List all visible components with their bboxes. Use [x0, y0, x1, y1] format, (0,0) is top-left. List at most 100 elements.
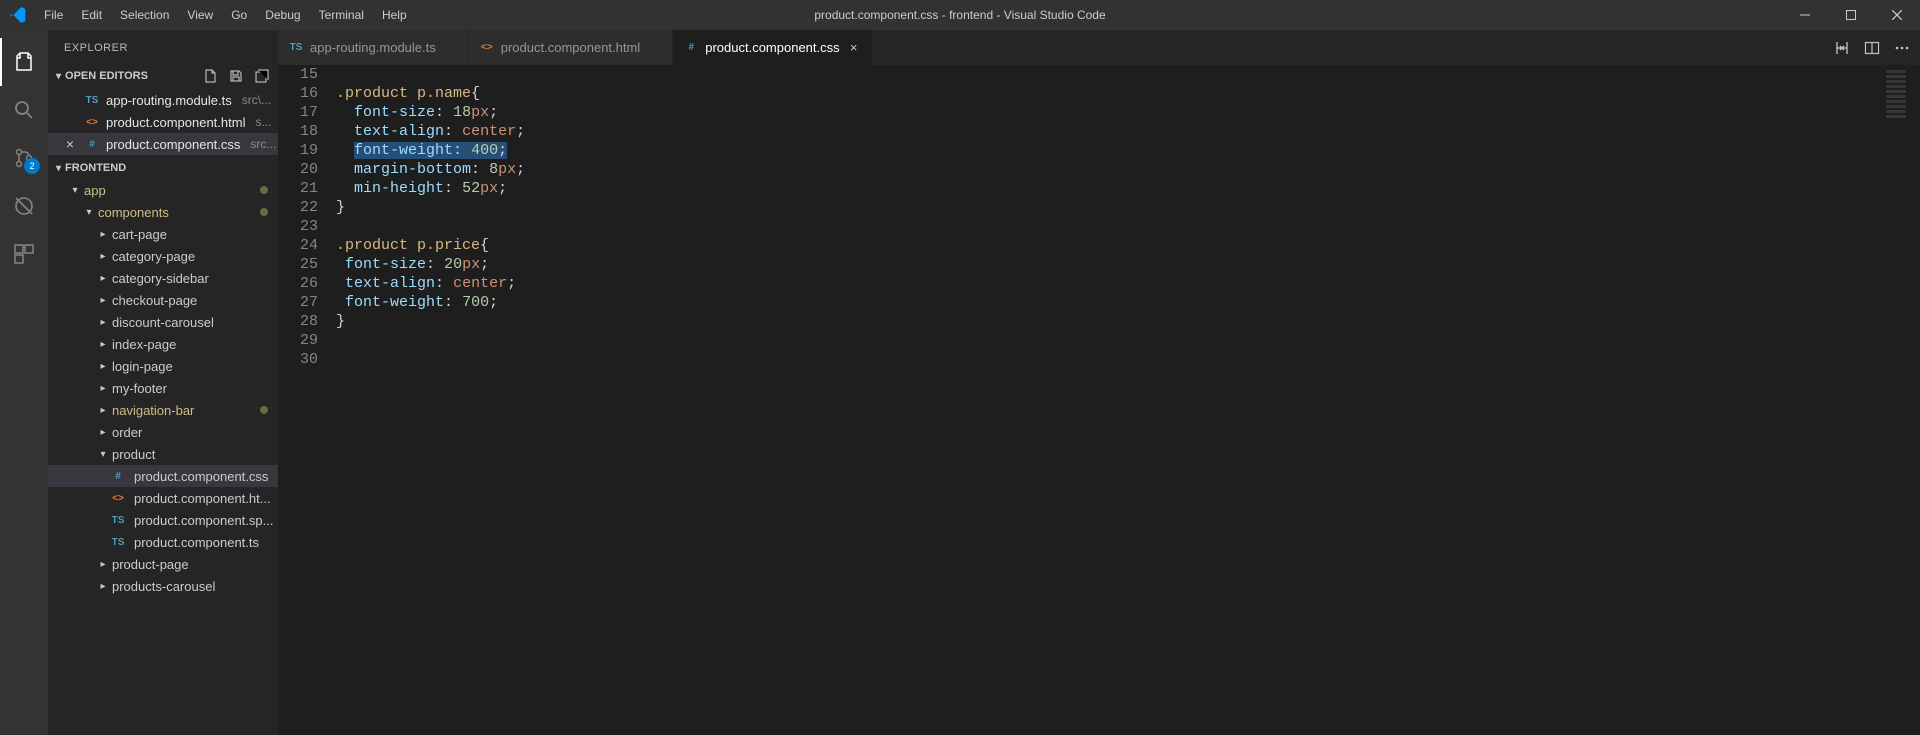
file-tree-folder[interactable]: ▸category-sidebar — [48, 267, 278, 289]
code-editor[interactable]: 15161718192021222324252627282930 .produc… — [278, 65, 1920, 735]
editor-tab[interactable]: # product.component.css × — [673, 30, 872, 65]
file-tree-file[interactable]: <>product.component.ht... — [48, 487, 278, 509]
close-icon[interactable]: × — [846, 40, 862, 55]
code-line[interactable]: } — [336, 198, 1920, 217]
activity-source-control[interactable]: 2 — [0, 134, 48, 182]
open-editors-list: × TS app-routing.module.ts src\... × <> … — [48, 87, 278, 157]
file-tree-file[interactable]: TSproduct.component.sp... — [48, 509, 278, 531]
code-line[interactable]: min-height: 52px; — [336, 179, 1920, 198]
html-file-icon: <> — [84, 114, 100, 130]
chevron-right-icon: ▸ — [96, 273, 110, 284]
html-file-icon: <> — [110, 490, 126, 506]
open-editor-path: src... — [250, 137, 276, 151]
menu-debug[interactable]: Debug — [256, 2, 309, 28]
modified-indicator-icon — [260, 406, 268, 414]
menu-view[interactable]: View — [178, 2, 222, 28]
menu-edit[interactable]: Edit — [72, 2, 111, 28]
titlebar: File Edit Selection View Go Debug Termin… — [0, 0, 1920, 30]
file-tree-folder[interactable]: ▸cart-page — [48, 223, 278, 245]
css-file-icon: # — [110, 468, 126, 484]
activity-debug[interactable] — [0, 182, 48, 230]
compare-changes-icon[interactable] — [1834, 40, 1850, 56]
code-line[interactable] — [336, 65, 1920, 84]
split-editor-icon[interactable] — [1864, 40, 1880, 56]
maximize-button[interactable] — [1828, 0, 1874, 30]
project-header[interactable]: ▾ FRONTEND — [48, 157, 278, 179]
sidebar: EXPLORER ▾ OPEN EDITORS × TS app-routing… — [48, 30, 278, 735]
file-tree-folder[interactable]: ▾components — [48, 201, 278, 223]
ts-file-icon: TS — [84, 92, 100, 108]
minimize-button[interactable] — [1782, 0, 1828, 30]
ts-file-icon: TS — [110, 534, 126, 550]
editor-tab[interactable]: <> product.component.html × — [469, 30, 673, 65]
activity-explorer[interactable] — [0, 38, 48, 86]
line-number: 15 — [278, 65, 318, 84]
code-line[interactable]: .product p.name{ — [336, 84, 1920, 103]
menu-file[interactable]: File — [35, 2, 72, 28]
line-number-gutter: 15161718192021222324252627282930 — [278, 65, 336, 735]
code-line[interactable]: font-size: 18px; — [336, 103, 1920, 122]
menu-help[interactable]: Help — [373, 2, 416, 28]
file-tree-folder[interactable]: ▸product-page — [48, 553, 278, 575]
file-tree-file[interactable]: #product.component.css — [48, 465, 278, 487]
tree-item-label: checkout-page — [112, 293, 197, 308]
file-tree-folder[interactable]: ▾app — [48, 179, 278, 201]
file-tree-folder[interactable]: ▸my-footer — [48, 377, 278, 399]
line-number: 17 — [278, 103, 318, 122]
file-tree[interactable]: ▾app▾components▸cart-page▸category-page▸… — [48, 179, 278, 735]
tree-item-label: order — [112, 425, 142, 440]
code-content[interactable]: .product p.name{ font-size: 18px; text-a… — [336, 65, 1920, 735]
open-editor-item[interactable]: × <> product.component.html s... — [48, 111, 278, 133]
minimap[interactable] — [1886, 70, 1906, 130]
file-tree-folder[interactable]: ▸checkout-page — [48, 289, 278, 311]
chevron-down-icon: ▾ — [56, 163, 61, 174]
more-actions-icon[interactable] — [1894, 40, 1910, 56]
save-all-icon[interactable] — [228, 68, 244, 84]
activity-search[interactable] — [0, 86, 48, 134]
chevron-right-icon: ▸ — [96, 317, 110, 328]
code-line[interactable]: text-align: center; — [336, 122, 1920, 141]
close-icon[interactable]: × — [62, 136, 78, 152]
menu-terminal[interactable]: Terminal — [310, 2, 373, 28]
file-tree-folder[interactable]: ▸index-page — [48, 333, 278, 355]
file-tree-folder[interactable]: ▸navigation-bar — [48, 399, 278, 421]
file-tree-folder[interactable]: ▾product — [48, 443, 278, 465]
tree-item-label: my-footer — [112, 381, 167, 396]
chevron-right-icon: ▸ — [96, 251, 110, 262]
file-tree-folder[interactable]: ▸order — [48, 421, 278, 443]
editor-tab[interactable]: TS app-routing.module.ts × — [278, 30, 469, 65]
file-tree-folder[interactable]: ▸login-page — [48, 355, 278, 377]
file-tree-file[interactable]: TSproduct.component.ts — [48, 531, 278, 553]
file-tree-folder[interactable]: ▸category-page — [48, 245, 278, 267]
open-editors-label: OPEN EDITORS — [65, 70, 148, 82]
menu-selection[interactable]: Selection — [111, 2, 178, 28]
chevron-down-icon: ▾ — [56, 71, 61, 82]
window-controls — [1782, 0, 1920, 30]
file-tree-folder[interactable]: ▸products-carousel — [48, 575, 278, 597]
menu-go[interactable]: Go — [222, 2, 256, 28]
open-editors-header[interactable]: ▾ OPEN EDITORS — [48, 65, 278, 87]
code-line[interactable]: font-weight: 700; — [336, 293, 1920, 312]
chevron-right-icon: ▸ — [96, 559, 110, 570]
close-all-icon[interactable] — [254, 68, 270, 84]
code-line[interactable]: font-weight: 400; — [336, 141, 1920, 160]
activity-extensions[interactable] — [0, 230, 48, 278]
code-line[interactable]: .product p.price{ — [336, 236, 1920, 255]
code-line[interactable] — [336, 217, 1920, 236]
tree-item-label: login-page — [112, 359, 173, 374]
open-editor-item[interactable]: × # product.component.css src... — [48, 133, 278, 155]
close-button[interactable] — [1874, 0, 1920, 30]
code-line[interactable]: text-align: center; — [336, 274, 1920, 293]
modified-indicator-icon — [260, 208, 268, 216]
open-editor-item[interactable]: × TS app-routing.module.ts src\... — [48, 89, 278, 111]
code-line[interactable]: } — [336, 312, 1920, 331]
editor-tabs: TS app-routing.module.ts × <> product.co… — [278, 30, 1920, 65]
code-line[interactable] — [336, 350, 1920, 369]
chevron-down-icon: ▾ — [96, 449, 110, 460]
code-line[interactable]: font-size: 20px; — [336, 255, 1920, 274]
code-line[interactable] — [336, 331, 1920, 350]
code-line[interactable]: margin-bottom: 8px; — [336, 160, 1920, 179]
new-file-icon[interactable] — [202, 68, 218, 84]
open-editor-path: s... — [255, 115, 271, 129]
file-tree-folder[interactable]: ▸discount-carousel — [48, 311, 278, 333]
